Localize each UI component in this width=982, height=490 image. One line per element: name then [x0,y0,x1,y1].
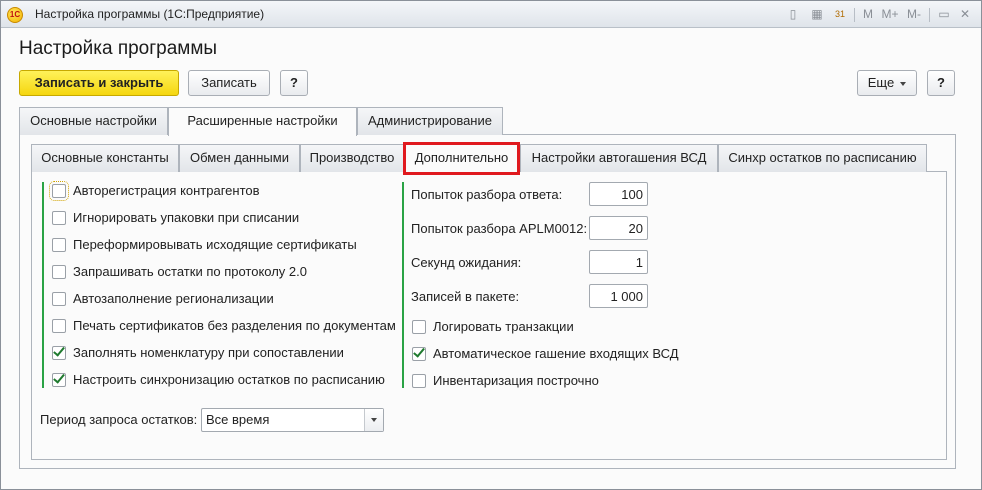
checkbox[interactable] [52,265,66,279]
checkbox[interactable] [52,292,66,306]
help-button[interactable]: ? [280,70,308,96]
tab-data-exchange[interactable]: Обмен данными [179,144,300,172]
help-right-button[interactable]: ? [927,70,955,96]
app-window: 1С Настройка программы (1С:Предприятие) … [0,0,982,490]
memory-m-minus-icon[interactable]: M- [903,5,925,23]
checkbox[interactable] [52,211,66,225]
checkbox[interactable] [412,320,426,334]
checkbox[interactable] [412,345,426,361]
page-title: Настройка программы [19,38,218,59]
wait-seconds-label: Секунд ожидания: [411,255,522,270]
tab-extended-settings[interactable]: Расширенные настройки [168,107,357,136]
tab-administration[interactable]: Администрирование [357,107,503,135]
stock-request-period-label: Период запроса остатков: [40,412,198,427]
title-bar: 1С Настройка программы (1С:Предприятие) … [1,1,981,28]
calculator-icon[interactable]: ▦ [808,5,826,23]
checkbox[interactable] [412,374,426,388]
save-button[interactable]: Записать [188,70,270,96]
option-label: Логировать транзакции [433,319,574,334]
document-icon[interactable]: ▯ [784,5,802,23]
tab-sync-schedule[interactable]: Синхр остатков по расписанию [718,144,927,172]
calendar-icon[interactable]: 31 [831,5,849,23]
tab-production[interactable]: Производство [300,144,404,172]
checkbox[interactable] [52,371,66,387]
checkmark-icon [413,345,425,358]
response-parse-attempts-label: Попыток разбора ответа: [411,187,563,202]
more-button[interactable]: Еще [857,70,917,96]
batch-size-input[interactable] [589,284,648,308]
checkbox[interactable] [49,181,69,201]
batch-size-label: Записей в пакете: [411,289,520,304]
stock-request-period-select[interactable]: Все время [201,408,384,432]
window-title: Настройка программы (1С:Предприятие) [35,7,265,21]
aplm-parse-attempts-input[interactable] [589,216,648,240]
right-group-accent [402,182,404,388]
memory-m-icon[interactable]: M [859,5,877,23]
toolbar-separator [929,8,930,22]
option-label: Инвентаризация построчно [433,373,599,388]
select-value: Все время [206,412,270,427]
checkmark-icon [53,371,65,384]
left-group-accent [42,182,44,388]
option-label: Игнорировать упаковки при списании [73,210,300,225]
app-logo-icon: 1С [7,7,23,23]
wait-seconds-input[interactable] [589,250,648,274]
chevron-down-icon [900,81,907,86]
checkmark-icon [53,344,65,357]
option-label: Настроить синхронизацию остатков по расп… [73,372,385,387]
memory-m-plus-icon[interactable]: M+ [879,5,901,23]
option-label: Автозаполнение регионализации [73,291,274,306]
dropdown-button[interactable] [364,409,383,431]
option-label: Автоматическое гашение входящих ВСД [433,346,679,361]
response-parse-attempts-input[interactable] [589,182,648,206]
tab-auto-repayment-settings[interactable]: Настройки автогашения ВСД [520,144,718,172]
option-label: Печать сертификатов без разделения по до… [73,318,396,333]
aplm-parse-attempts-label: Попыток разбора APLM0012: [411,221,588,236]
option-label: Запрашивать остатки по протоколу 2.0 [73,264,307,279]
restore-icon[interactable]: ▭ [935,5,953,23]
checkbox[interactable] [52,319,66,333]
option-label: Переформировывать исходящие сертификаты [73,237,357,252]
tab-basic-settings[interactable]: Основные настройки [19,107,168,135]
toolbar-separator [854,8,855,22]
close-icon[interactable]: ✕ [956,5,974,23]
chevron-down-icon [371,418,377,422]
save-and-close-button[interactable]: Записать и закрыть [19,70,179,96]
checkbox[interactable] [52,344,66,360]
option-label: Заполнять номенклатуру при сопоставлении [73,345,344,360]
tab-basic-constants[interactable]: Основные константы [31,144,179,172]
more-label: Еще [867,75,895,90]
checkbox[interactable] [52,238,66,252]
tab-additional[interactable]: Дополнительно [403,142,520,175]
option-label: Авторегистрация контрагентов [73,183,260,198]
